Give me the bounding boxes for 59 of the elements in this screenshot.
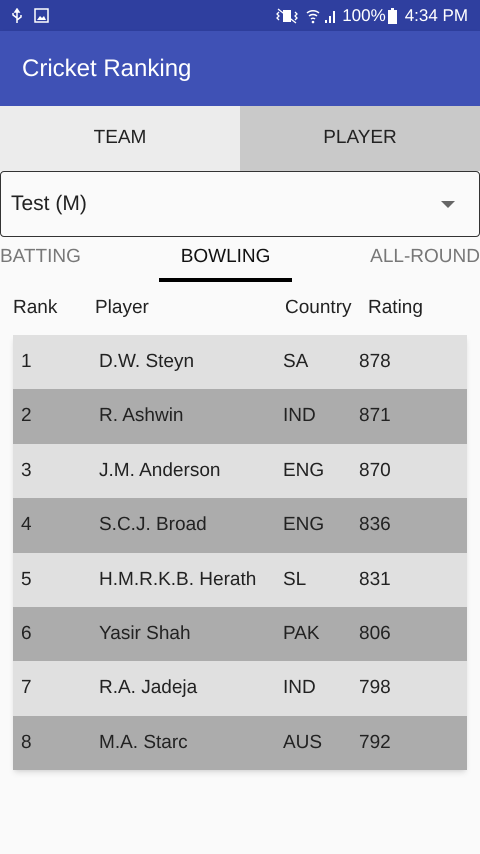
tab[interactable]: TEAM [0, 106, 240, 171]
battery-icon [388, 8, 397, 24]
vibrate-mute-icon [276, 8, 298, 24]
dropdown-arrow-icon [441, 200, 455, 208]
table-cell-text: 792 [359, 730, 392, 755]
table-cell-text: IND [282, 676, 317, 700]
usb-icon [12, 8, 22, 24]
table-cell-text: 878 [359, 350, 392, 374]
ranking-row[interactable]: 1 D.W. Steyn SA 878 [13, 335, 467, 390]
ranking-row[interactable]: 7 R.A. Jadeja IND 798 [13, 661, 467, 716]
ranking-row[interactable]: 5 H.M.R.K.B. Herath SL 831 [13, 552, 467, 607]
table-cell-text: 798 [359, 676, 392, 700]
tab[interactable]: ALL-ROUND [370, 237, 480, 282]
app-title: Cricket Ranking [22, 54, 192, 84]
ranking-row[interactable]: 8 M.A. Starc AUS 792 [13, 716, 467, 770]
image-icon [34, 8, 49, 23]
table-cell-text: Yasir Shah [98, 622, 192, 646]
table-cell-text: PAK [282, 622, 321, 646]
ranking-row[interactable]: 6 Yasir Shah PAK 806 [13, 606, 467, 662]
table-cell-text: SL [282, 568, 308, 592]
column-header: Rank [12, 296, 58, 320]
table-cell-text: 870 [359, 458, 392, 483]
table-cell-text: 6 [20, 622, 33, 646]
table-cell-text: IND [282, 404, 317, 428]
column-header: Rating [367, 296, 424, 320]
table-cell-text: R. Ashwin [98, 404, 184, 428]
table-cell-text: R.A. Jadeja [98, 676, 198, 700]
table-cell-text: M.A. Starc [98, 730, 189, 755]
ranking-row[interactable]: 4 S.C.J. Broad ENG 836 [13, 498, 467, 553]
clock-text: 4:34 PM [404, 4, 468, 27]
tab[interactable]: BOWLING [158, 237, 292, 282]
table-cell-text: 2 [20, 404, 33, 428]
tab[interactable]: BATTING [0, 237, 81, 282]
column-header: Player [94, 296, 150, 320]
battery-text: 100% [342, 4, 386, 27]
table-cell-text: 7 [20, 676, 33, 700]
table-cell-text: D.W. Steyn [98, 350, 196, 374]
table-cell-text: 4 [20, 513, 33, 538]
table-cell-text: SA [282, 350, 310, 374]
ranking-row[interactable]: 2 R. Ashwin IND 871 [13, 389, 467, 444]
column-header: Country [284, 296, 353, 320]
ranking-row[interactable]: 3 J.M. Anderson ENG 870 [13, 444, 467, 498]
table-cell-text: 806 [359, 622, 392, 646]
table-cell-text: 836 [359, 513, 392, 538]
table-cell-text: 5 [20, 568, 33, 592]
table-cell-text: AUS [282, 730, 324, 755]
table-cell-text: J.M. Anderson [98, 458, 222, 483]
table-cell-text: 3 [20, 458, 33, 483]
table-cell-text: ENG [282, 513, 326, 538]
format-dropdown[interactable]: Test (M) [0, 171, 480, 237]
table-cell-text: S.C.J. Broad [98, 513, 208, 538]
table-cell-text: 1 [20, 350, 33, 374]
tab[interactable]: PLAYER [240, 106, 480, 171]
table-cell-text: ENG [282, 458, 326, 483]
table-cell-text: 831 [359, 568, 392, 592]
table-cell-text: 8 [20, 730, 33, 755]
table-cell-text: 871 [359, 404, 392, 428]
wifi-icon [306, 8, 320, 24]
table-cell-text: H.M.R.K.B. Herath [98, 568, 258, 592]
